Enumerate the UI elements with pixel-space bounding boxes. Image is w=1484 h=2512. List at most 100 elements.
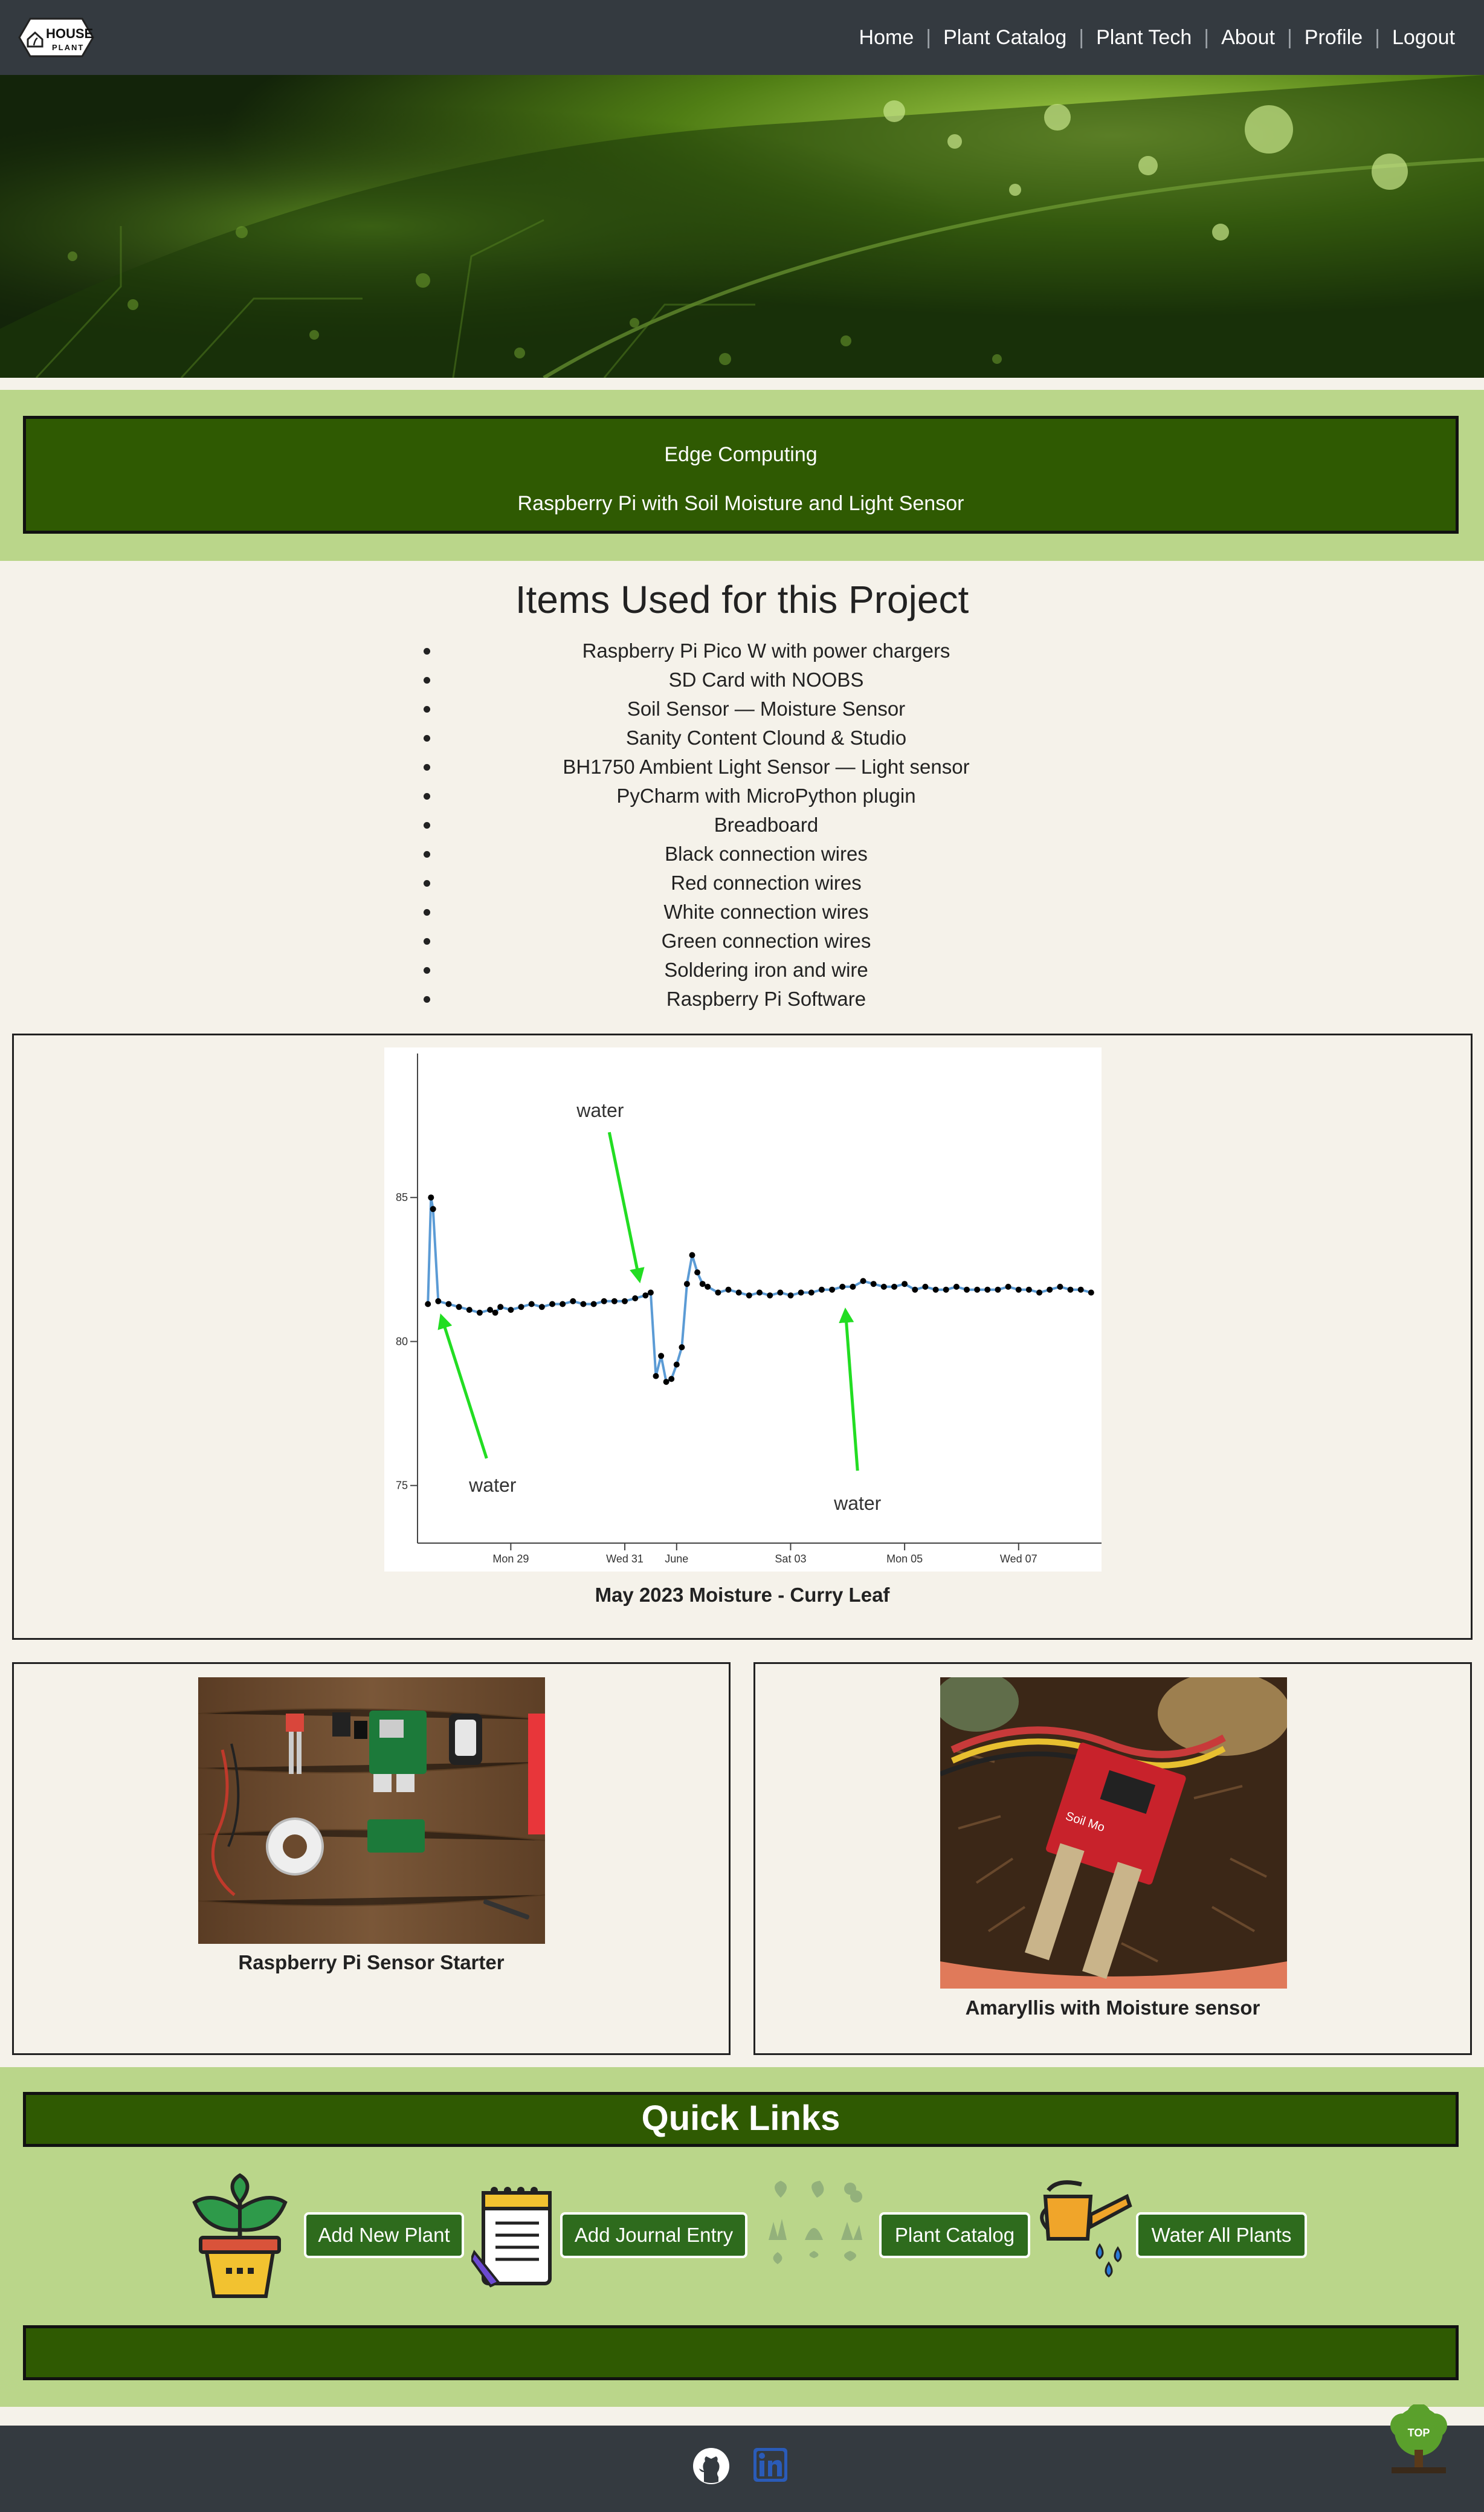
data-point <box>611 1298 618 1304</box>
nav-about-link[interactable]: About <box>1221 26 1275 50</box>
nav-separator: | <box>1204 25 1210 49</box>
list-item: White connection wires <box>424 898 1102 927</box>
list-item: Black connection wires <box>424 840 1102 869</box>
house-plant-logo[interactable]: HOUSE PLANT <box>17 10 95 65</box>
bullet <box>424 735 430 742</box>
quick-links-footer-bar <box>23 2325 1459 2380</box>
data-point <box>601 1298 607 1304</box>
chart-card: 75 80 85 Mon 29 Wed 31 June Sat 03 Mon 05 Wed 07… <box>12 1034 1473 1640</box>
data-point <box>757 1289 763 1296</box>
data-point <box>658 1353 665 1359</box>
water-all-plants-button[interactable]: Water All Plants <box>1136 2212 1307 2258</box>
data-point <box>746 1292 752 1299</box>
nav-home-link[interactable]: Home <box>859 26 914 50</box>
list-item: SD Card with NOOBS <box>424 665 1102 694</box>
data-point <box>902 1281 908 1287</box>
data-point <box>560 1301 566 1307</box>
list-item-text: SD Card with NOOBS <box>668 668 864 691</box>
potted-plant-icon[interactable] <box>189 2172 291 2299</box>
photo-caption: Amaryllis with Moisture sensor <box>965 1996 1260 2019</box>
nav-plant-catalog-link[interactable]: Plant Catalog <box>943 26 1066 50</box>
bullet <box>424 706 430 713</box>
bullet <box>424 967 430 974</box>
plant-catalog-button[interactable]: Plant Catalog <box>879 2212 1030 2258</box>
data-point <box>538 1304 545 1310</box>
list-item: PyCharm with MicroPython plugin <box>424 782 1102 811</box>
data-point <box>725 1286 732 1293</box>
add-new-plant-button[interactable]: Add New Plant <box>304 2212 464 2258</box>
x-tick-label: June <box>665 1553 688 1565</box>
data-point <box>679 1344 685 1350</box>
raspberry-pi-starter-photo <box>198 1677 545 1944</box>
data-point <box>699 1281 706 1287</box>
data-point <box>1067 1286 1074 1293</box>
linkedin-icon[interactable] <box>752 2447 789 2483</box>
list-item-text: Black connection wires <box>665 843 868 865</box>
data-point <box>663 1379 669 1385</box>
data-point <box>689 1252 695 1258</box>
x-tick-label: Mon 29 <box>492 1553 529 1565</box>
data-point <box>694 1269 701 1276</box>
data-point <box>735 1289 742 1296</box>
list-item-text: Raspberry Pi Pico W with power chargers <box>582 639 950 662</box>
data-point <box>1047 1286 1053 1293</box>
data-point <box>492 1309 498 1316</box>
list-item: Soldering iron and wire <box>424 956 1102 985</box>
bullet <box>424 822 430 829</box>
items-heading: Items Used for this Project <box>515 578 969 621</box>
list-item: Soil Sensor — Moisture Sensor <box>424 694 1102 723</box>
data-point <box>1057 1283 1063 1290</box>
page-subtitle: Raspberry Pi with Soil Moisture and Ligh… <box>517 492 964 515</box>
data-point <box>705 1283 711 1290</box>
data-point <box>777 1289 784 1296</box>
list-item-text: BH1750 Ambient Light Sensor — Light sens… <box>563 756 970 778</box>
bullet <box>424 677 430 684</box>
x-tick-label: Wed 31 <box>606 1553 644 1565</box>
bullet <box>424 938 430 945</box>
chart-caption: May 2023 Moisture - Curry Leaf <box>595 1584 890 1606</box>
data-point <box>653 1373 659 1379</box>
watering-can-icon[interactable] <box>1033 2172 1136 2281</box>
data-point <box>528 1301 535 1307</box>
data-point <box>870 1281 877 1287</box>
data-point <box>880 1283 887 1290</box>
quick-links-title: Quick Links <box>23 2092 1459 2147</box>
water-arrow <box>839 1307 859 1471</box>
notepad-icon[interactable] <box>469 2180 556 2288</box>
data-point <box>642 1292 649 1299</box>
nav-plant-tech-link[interactable]: Plant Tech <box>1096 26 1192 50</box>
x-tick-label: Sat 03 <box>775 1553 806 1565</box>
back-to-top-button[interactable]: TOP <box>1386 2403 1452 2477</box>
nav-separator: | <box>1375 25 1380 49</box>
data-point <box>829 1286 836 1293</box>
data-point <box>1025 1286 1032 1293</box>
list-item: Raspberry Pi Pico W with power chargers <box>424 636 1102 665</box>
data-point <box>715 1289 721 1296</box>
add-journal-entry-button[interactable]: Add Journal Entry <box>560 2212 747 2258</box>
list-item: BH1750 Ambient Light Sensor — Light sens… <box>424 753 1102 782</box>
data-point <box>1077 1286 1084 1293</box>
list-item-text: Red connection wires <box>671 872 862 894</box>
logo-text-bottom: PLANT <box>52 43 84 52</box>
list-item: Breadboard <box>424 811 1102 840</box>
photo-caption: Raspberry Pi Sensor Starter <box>238 1951 505 1973</box>
nav-separator: | <box>1079 25 1085 49</box>
nav-profile-link[interactable]: Profile <box>1305 26 1363 50</box>
page-title: Edge Computing <box>664 443 818 466</box>
page-title-box: Edge Computing Raspberry Pi with Soil Mo… <box>23 416 1459 534</box>
data-point <box>1036 1289 1043 1296</box>
list-item-text: White connection wires <box>663 901 869 923</box>
water-annotation-label: water <box>576 1099 624 1121</box>
data-point <box>798 1289 804 1296</box>
plant-grid-icon[interactable] <box>763 2180 865 2282</box>
navbar: HOUSE PLANT Home | Plant Catalog | Plant… <box>0 0 1484 75</box>
github-icon[interactable] <box>692 2447 731 2485</box>
data-point <box>549 1301 555 1307</box>
nav-logout-link[interactable]: Logout <box>1392 26 1455 50</box>
data-point <box>425 1301 431 1307</box>
bullet <box>424 648 430 655</box>
data-point <box>995 1286 1001 1293</box>
x-tick-label: Wed 07 <box>1000 1553 1037 1565</box>
data-point <box>632 1295 639 1301</box>
data-point <box>932 1286 939 1293</box>
